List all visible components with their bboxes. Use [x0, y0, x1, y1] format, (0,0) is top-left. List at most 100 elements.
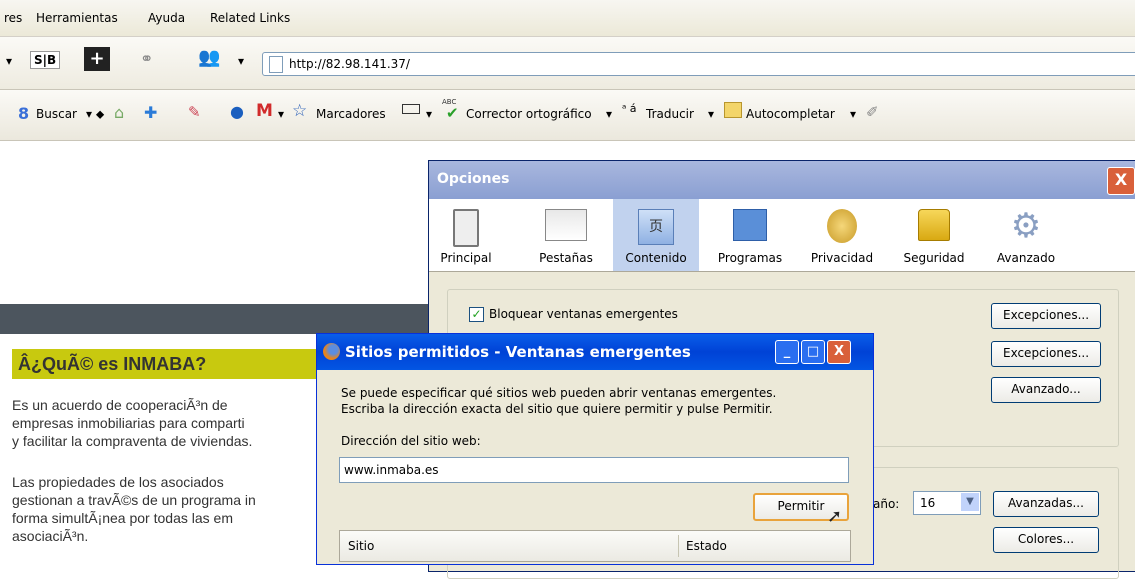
column-divider[interactable]	[678, 535, 679, 557]
paragraph-line: y facilitar la compraventa de viviendas.	[12, 433, 253, 449]
tab-avanzado[interactable]: ⚙ Avanzado	[985, 199, 1067, 271]
puzzle-icon[interactable]: ✚	[144, 103, 157, 122]
avanzadas-button[interactable]: Avanzadas...	[993, 491, 1099, 517]
opciones-title: Opciones	[437, 171, 510, 187]
address-text[interactable]: http://82.98.141.37/	[289, 57, 410, 71]
buscar-dropdown-icon[interactable]: ▾ ⬥	[86, 107, 104, 122]
opciones-title-bar[interactable]: Opciones X	[429, 161, 1135, 199]
marcadores-button[interactable]: Marcadores	[316, 107, 386, 121]
paragraph-line: forma simultÃ¡nea por todas las em	[12, 510, 233, 526]
link-icon[interactable]: ⚭	[140, 49, 153, 68]
tamano-select[interactable]: 16 ▼	[913, 491, 981, 515]
people-icon[interactable]: 👥	[198, 47, 220, 68]
paragraph-line: Las propiedades de los asociados	[12, 474, 224, 490]
tamano-label: año:	[873, 497, 900, 511]
page-icon	[269, 56, 283, 73]
col-sitio[interactable]: Sitio	[348, 539, 374, 553]
avanzado-button[interactable]: Avanzado...	[991, 377, 1101, 403]
traducir-dropdown-icon[interactable]: ▾	[708, 107, 714, 121]
home-icon[interactable]: ⌂	[114, 103, 124, 122]
excepciones-button-2[interactable]: Excepciones...	[991, 341, 1101, 367]
tab-principal[interactable]: Principal	[435, 199, 497, 271]
google-icon[interactable]: 8	[18, 104, 29, 123]
menu-bar: res Herramientas Ayuda Related Links	[0, 0, 1135, 37]
tab-label: Principal	[440, 251, 492, 265]
window-dropdown-icon[interactable]: ▾	[426, 107, 432, 121]
maximize-button[interactable]: □	[801, 340, 825, 364]
tab-privacidad[interactable]: Privacidad	[801, 199, 883, 271]
autocompletar-dropdown-icon[interactable]: ▾	[850, 107, 856, 121]
opciones-close-button[interactable]: X	[1107, 167, 1135, 195]
autofill-icon[interactable]	[724, 102, 742, 118]
menu-item-ayuda[interactable]: Ayuda	[148, 11, 185, 25]
traducir-button[interactable]: Traducir	[646, 107, 694, 121]
bookmark-tag-icon[interactable]: ✎	[188, 103, 201, 121]
page-heading: Â¿QuÃ© es INMABA?	[12, 349, 322, 379]
sitios-title-bar[interactable]: Sitios permitidos - Ventanas emergentes …	[317, 334, 873, 370]
tabs-icon	[545, 209, 587, 241]
tab-label: Seguridad	[903, 251, 965, 265]
excepciones-button-1[interactable]: Excepciones...	[991, 303, 1101, 329]
bloquear-label[interactable]: Bloquear ventanas emergentes	[489, 307, 678, 321]
window-icon[interactable]	[402, 104, 420, 114]
address-bar[interactable]: http://82.98.141.37/	[262, 52, 1135, 76]
paragraph-line: gestionan a travÃ©s de un programa in	[12, 492, 256, 508]
globe-icon[interactable]: ●	[230, 102, 244, 121]
colores-button[interactable]: Colores...	[993, 527, 1099, 553]
gmail-dropdown-icon[interactable]: ▾	[278, 107, 284, 121]
paragraph-line: Es un acuerdo de cooperaciÃ³n de	[12, 397, 228, 413]
heading-text: Â¿QuÃ© es INMABA?	[18, 354, 207, 374]
pencil-icon[interactable]: ✐	[866, 103, 879, 121]
menu-item-res[interactable]: res	[4, 11, 22, 25]
paragraph-2: Las propiedades de los asociados gestion…	[12, 473, 256, 545]
tab-label: Programas	[717, 251, 783, 265]
close-button[interactable]: X	[827, 340, 851, 364]
direccion-input[interactable]: www.inmaba.es	[339, 457, 849, 483]
description-line-2: Escriba la dirección exacta del sitio qu…	[341, 402, 773, 416]
tamano-value: 16	[920, 496, 936, 510]
paragraph-1: Es un acuerdo de cooperaciÃ³n de empresa…	[12, 396, 252, 450]
google-toolbar: 8 Buscar ▾ ⬥ ⌂ ✚ ✎ ● M ▾ ☆ Marcadores ▾ …	[0, 90, 1135, 141]
menu-item-related-links[interactable]: Related Links	[210, 11, 290, 25]
paragraph-line: asociaciÃ³n.	[12, 528, 89, 544]
tab-seguridad[interactable]: Seguridad	[893, 199, 975, 271]
gmail-icon[interactable]: M	[256, 101, 273, 121]
cursor-icon: ➚	[827, 506, 843, 527]
tab-label: Contenido	[625, 251, 687, 265]
gear-icon: ⚙	[1010, 206, 1042, 246]
autocompletar-button[interactable]: Autocompletar	[746, 107, 835, 121]
buscar-button[interactable]: Buscar	[36, 107, 77, 121]
lock-icon	[918, 209, 950, 241]
minimize-button[interactable]: _	[775, 340, 799, 364]
tab-label: Avanzado	[996, 251, 1056, 265]
corrector-button[interactable]: Corrector ortográfico	[466, 107, 592, 121]
page-nav-bar	[0, 304, 440, 334]
checkmark-icon[interactable]: ✔	[446, 104, 459, 122]
col-estado[interactable]: Estado	[686, 539, 727, 553]
star-icon[interactable]: ☆	[292, 101, 307, 121]
firefox-icon	[323, 343, 340, 360]
opciones-tab-bar: Principal Pestañas 页 Contenido Programas…	[429, 199, 1135, 272]
sitios-title: Sitios permitidos - Ventanas emergentes	[345, 343, 691, 361]
tab-pestanas[interactable]: Pestañas	[531, 199, 601, 271]
corrector-dropdown-icon[interactable]: ▾	[606, 107, 612, 121]
bloquear-checkbox[interactable]: ✓	[469, 307, 484, 322]
add-button[interactable]: +	[84, 47, 110, 71]
description-line-1: Se puede especificar qué sitios web pued…	[341, 386, 777, 400]
dropdown-arrow-icon[interactable]: ▾	[6, 54, 12, 68]
translate-icon[interactable]: ᵃ á	[622, 102, 637, 115]
content-icon: 页	[638, 209, 674, 245]
tab-label: Pestañas	[539, 251, 593, 265]
chevron-down-icon[interactable]: ▼	[961, 493, 979, 511]
tab-contenido[interactable]: 页 Contenido	[613, 199, 699, 271]
sitios-permitidos-dialog: Sitios permitidos - Ventanas emergentes …	[316, 333, 874, 565]
tab-label: Privacidad	[810, 251, 874, 265]
sb-button[interactable]: S|B	[30, 51, 61, 69]
paragraph-line: empresas inmobiliarias para comparti	[12, 415, 245, 431]
direccion-label: Dirección del sitio web:	[341, 434, 481, 448]
programs-icon	[733, 209, 767, 241]
menu-item-herramientas[interactable]: Herramientas	[36, 11, 118, 25]
tab-programas[interactable]: Programas	[709, 199, 791, 271]
direccion-value[interactable]: www.inmaba.es	[344, 463, 439, 477]
people-dropdown-icon[interactable]: ▾	[238, 54, 244, 68]
